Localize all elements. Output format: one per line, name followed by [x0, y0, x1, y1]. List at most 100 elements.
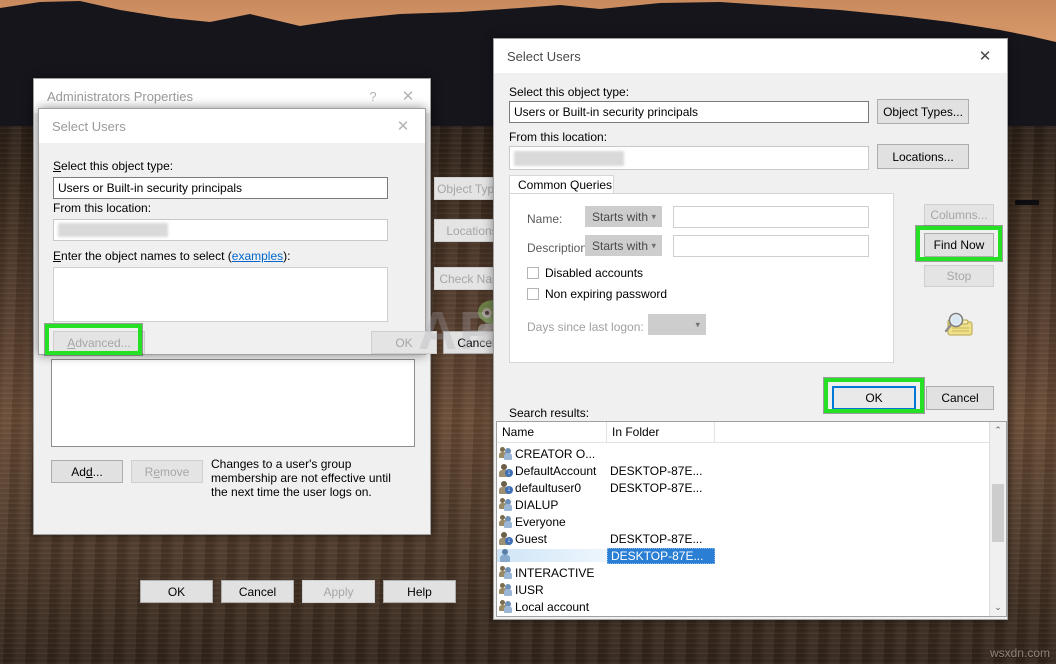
- stop-button[interactable]: Stop: [924, 265, 994, 287]
- table-row[interactable]: DIALUP: [497, 496, 1006, 513]
- column-header-in-folder[interactable]: In Folder: [607, 422, 715, 442]
- search-results-list[interactable]: Name In Folder CREATOR O...↓DefaultAccou…: [496, 421, 1007, 617]
- enter-names-label-post: ):: [283, 249, 290, 263]
- properties-ok-button[interactable]: OK: [140, 580, 213, 603]
- row-folder-cell: DESKTOP-87E...: [607, 548, 715, 564]
- user-disabled-icon: ↓: [499, 464, 513, 477]
- from-location-label: From this location:: [53, 201, 151, 215]
- disabled-accounts-checkbox[interactable]: [527, 267, 539, 279]
- members-list[interactable]: [51, 359, 415, 447]
- select-users-window-front[interactable]: Select Users ✕ Select this object type: …: [493, 38, 1008, 620]
- results-scrollbar[interactable]: ⌃ ⌄: [989, 422, 1006, 616]
- front-from-location-input[interactable]: [509, 146, 869, 170]
- scrollbar-thumb[interactable]: [992, 484, 1004, 542]
- table-row[interactable]: ↓GuestDESKTOP-87E...: [497, 530, 1006, 547]
- column-header-blank: [715, 422, 1006, 442]
- add-button[interactable]: Add...: [51, 460, 123, 483]
- magnifier-over-card-icon: [942, 311, 976, 341]
- select-users-back-title-bar[interactable]: Select Users ✕: [39, 109, 425, 143]
- row-name-cell: ↓defaultuser0: [497, 481, 607, 495]
- wallpaper-boat: [1015, 200, 1039, 205]
- front-from-location-redacted-value: [514, 151, 624, 166]
- group-icon: [499, 498, 513, 511]
- properties-apply-button[interactable]: Apply: [302, 580, 375, 603]
- columns-button[interactable]: Columns...: [924, 204, 994, 226]
- search-results-label: Search results:: [509, 406, 589, 420]
- examples-link[interactable]: examples: [232, 249, 283, 263]
- scroll-up-icon[interactable]: ⌃: [990, 422, 1006, 439]
- table-row[interactable]: ↓DefaultAccountDESKTOP-87E...: [497, 462, 1006, 479]
- row-folder-cell: DESKTOP-87E...: [607, 481, 715, 495]
- row-name-cell: Local account: [497, 600, 607, 614]
- advanced-button[interactable]: Advanced...: [53, 331, 145, 354]
- disabled-accounts-checkbox-row[interactable]: Disabled accounts: [527, 266, 643, 280]
- select-users-front-title-bar[interactable]: Select Users ✕: [494, 39, 1007, 73]
- non-expiring-password-checkbox[interactable]: [527, 288, 539, 300]
- days-since-logon-label: Days since last logon:: [527, 320, 644, 334]
- front-object-type-label: Select this object type:: [509, 85, 629, 99]
- table-row[interactable]: Everyone: [497, 513, 1006, 530]
- days-since-logon-combo[interactable]: ▾: [648, 314, 706, 335]
- row-name-text: Guest: [515, 532, 547, 546]
- membership-note: Changes to a user's group membership are…: [211, 457, 407, 499]
- table-row[interactable]: DESKTOP-87E...: [497, 547, 1006, 564]
- table-row[interactable]: CREATOR O...: [497, 445, 1006, 462]
- row-name-cell: ↓Guest: [497, 532, 607, 546]
- row-name-text: Local account: [515, 600, 589, 614]
- object-type-label: Select this object type:: [53, 159, 173, 173]
- non-expiring-password-checkbox-row[interactable]: Non expiring password: [527, 287, 667, 301]
- select-users-back-title-text: Select Users: [52, 119, 126, 134]
- table-row[interactable]: ↓defaultuser0DESKTOP-87E...: [497, 479, 1006, 496]
- front-object-types-button[interactable]: Object Types...: [877, 99, 969, 124]
- front-cancel-button[interactable]: Cancel: [926, 386, 994, 410]
- group-icon: [499, 447, 513, 460]
- query-description-operator[interactable]: Starts with ▾: [585, 235, 662, 256]
- query-name-input[interactable]: [673, 206, 869, 228]
- disabled-accounts-label: Disabled accounts: [545, 266, 643, 280]
- row-name-cell: [497, 549, 607, 562]
- scroll-down-icon[interactable]: ⌄: [990, 599, 1006, 616]
- chevron-down-icon: ▾: [695, 319, 700, 330]
- remove-button[interactable]: Remove: [131, 460, 203, 483]
- row-name-text: INTERACTIVE: [515, 566, 594, 580]
- select-users-window-back[interactable]: Select Users ✕ Select this object type: …: [38, 108, 426, 355]
- enter-names-label: Enter the object names to select (exampl…: [53, 249, 290, 263]
- column-header-name[interactable]: Name: [497, 422, 607, 442]
- properties-help-button[interactable]: Help: [383, 580, 456, 603]
- front-ok-button[interactable]: OK: [832, 386, 916, 410]
- query-description-operator-value: Starts with: [592, 239, 648, 253]
- row-name-text: DIALUP: [515, 498, 558, 512]
- object-type-input[interactable]: Users or Built-in security principals: [53, 177, 388, 199]
- query-description-input[interactable]: [673, 235, 869, 257]
- table-row[interactable]: Local account: [497, 598, 1006, 615]
- object-names-input[interactable]: [53, 267, 388, 322]
- select-users-back-ok-button[interactable]: OK: [371, 331, 437, 354]
- table-row[interactable]: INTERACTIVE: [497, 564, 1006, 581]
- close-icon[interactable]: ✕: [381, 110, 425, 143]
- front-object-type-input[interactable]: Users or Built-in security principals: [509, 101, 869, 123]
- chevron-down-icon: ▾: [651, 211, 656, 222]
- results-header-row: Name In Folder: [497, 422, 1006, 443]
- row-name-text: Everyone: [515, 515, 566, 529]
- properties-title-text: Administrators Properties: [47, 89, 193, 104]
- row-name-cell: IUSR: [497, 583, 607, 597]
- row-name-text: defaultuser0: [515, 481, 581, 495]
- row-name-cell: ↓DefaultAccount: [497, 464, 607, 478]
- front-object-type-value: Users or Built-in security principals: [514, 105, 698, 119]
- row-folder-cell: DESKTOP-87E...: [607, 464, 715, 478]
- tab-common-queries[interactable]: Common Queries: [509, 175, 614, 194]
- close-icon[interactable]: ✕: [963, 40, 1007, 73]
- find-now-button[interactable]: Find Now: [924, 233, 994, 257]
- row-name-cell: Everyone: [497, 515, 607, 529]
- group-icon: [499, 583, 513, 596]
- front-locations-button[interactable]: Locations...: [877, 144, 969, 169]
- user-disabled-icon: ↓: [499, 532, 513, 545]
- query-name-operator[interactable]: Starts with ▾: [585, 206, 662, 227]
- row-name-text: CREATOR O...: [515, 447, 595, 461]
- user-icon: [499, 549, 513, 562]
- row-name-text: IUSR: [515, 583, 544, 597]
- from-location-input[interactable]: [53, 219, 388, 241]
- table-row[interactable]: IUSR: [497, 581, 1006, 598]
- row-name-cell: CREATOR O...: [497, 447, 607, 461]
- properties-cancel-button[interactable]: Cancel: [221, 580, 294, 603]
